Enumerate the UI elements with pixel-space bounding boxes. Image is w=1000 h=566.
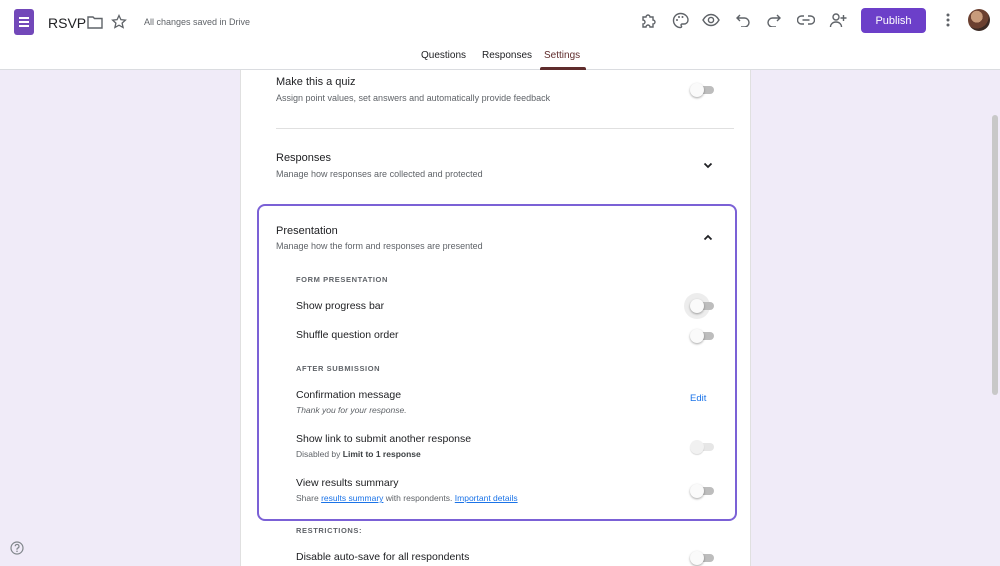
quiz-description: Assign point values, set answers and aut… [276,93,551,103]
autosave-title: Disable auto-save for all respondents [296,551,470,563]
undo-icon[interactable] [733,10,753,30]
publish-button[interactable]: Publish [861,8,926,33]
addon-puzzle-icon[interactable] [638,10,658,30]
after-submission-label: AFTER SUBMISSION [296,364,381,373]
tab-responses[interactable]: Responses [482,50,532,61]
add-collaborator-icon[interactable] [828,10,848,30]
submit-another-description: Disabled by Limit to 1 response [296,449,421,459]
submit-another-title: Show link to submit another response [296,433,472,445]
presentation-description: Manage how the form and responses are pr… [276,241,483,251]
divider [276,128,734,129]
tab-questions[interactable]: Questions [421,50,466,61]
avatar[interactable] [968,9,990,31]
more-options-icon[interactable] [939,10,957,30]
palette-icon[interactable] [670,10,690,30]
results-summary-toggle[interactable] [690,484,714,498]
save-status: All changes saved in Drive [144,17,251,27]
progress-bar-toggle[interactable] [684,293,714,319]
scrollbar[interactable] [992,115,998,395]
results-summary-description: Share results summary with respondents. … [296,493,518,503]
preview-eye-icon[interactable] [701,10,721,30]
link-icon[interactable] [796,10,816,30]
progress-bar-title: Show progress bar [296,300,385,312]
document-title[interactable]: RSVP [48,15,86,31]
shuffle-toggle[interactable] [690,329,714,343]
quiz-toggle[interactable] [690,83,714,97]
restrictions-label: RESTRICTIONS: [296,526,363,535]
responses-section-title: Responses [276,152,332,164]
presentation-title: Presentation [276,225,338,237]
form-presentation-label: FORM PRESENTATION [296,275,389,284]
confirmation-title: Confirmation message [296,389,402,401]
important-details-link[interactable]: Important details [455,493,518,503]
edit-confirmation-button[interactable]: Edit [690,393,706,404]
help-icon[interactable] [10,541,24,555]
submit-another-toggle [690,440,714,454]
folder-icon[interactable] [86,13,104,31]
results-summary-title: View results summary [296,477,399,489]
limit-response-label: Limit to 1 response [342,449,421,459]
forms-logo-icon[interactable] [14,9,34,35]
responses-section-description: Manage how responses are collected and p… [276,169,483,179]
tab-bar: Questions Responses Settings [0,50,1000,70]
confirmation-message: Thank you for your response. [296,405,407,415]
chevron-down-icon[interactable] [701,158,715,172]
results-desc-middle: with respondents. [385,493,453,503]
app-header: RSVP All changes saved in Drive Publish … [0,0,1000,70]
star-icon[interactable] [110,13,128,31]
shuffle-title: Shuffle question order [296,329,399,341]
submit-another-desc-prefix: Disabled by [296,449,341,459]
quiz-title: Make this a quiz [276,76,356,88]
results-desc-prefix: Share [296,493,319,503]
redo-icon[interactable] [764,10,784,30]
tab-settings[interactable]: Settings [544,50,580,61]
autosave-toggle[interactable] [690,551,714,565]
presentation-section [257,204,737,521]
results-summary-link[interactable]: results summary [321,493,383,503]
chevron-up-icon[interactable] [701,231,715,245]
